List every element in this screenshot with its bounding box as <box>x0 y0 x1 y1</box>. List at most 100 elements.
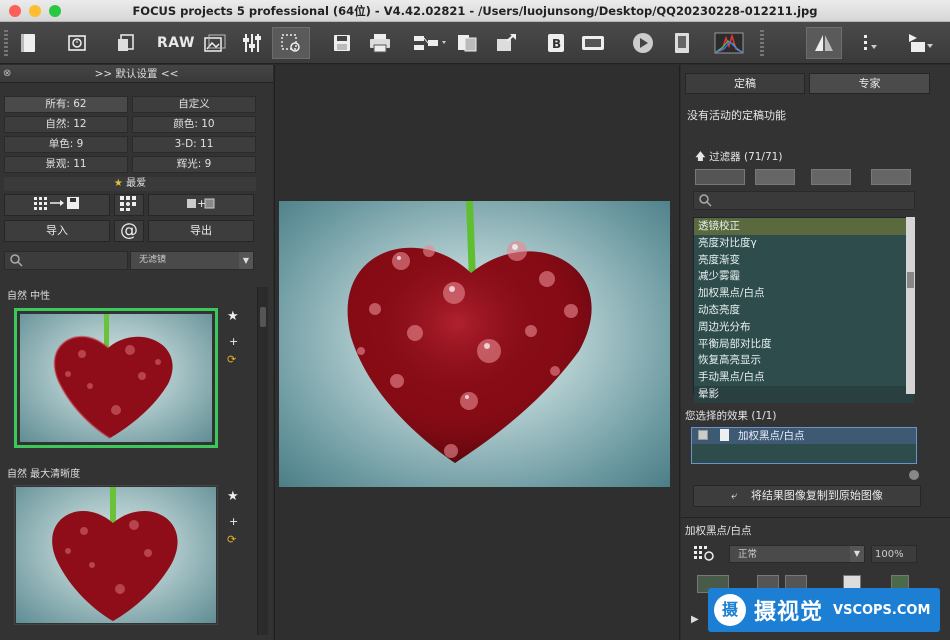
category-glow[interactable]: 辉光: 9 <box>132 156 256 173</box>
document-icon <box>720 429 729 441</box>
compare-view-icon[interactable] <box>806 27 842 59</box>
histogram-icon[interactable] <box>712 27 746 59</box>
blend-mode-icon[interactable] <box>693 545 717 563</box>
effect-item[interactable]: 加权黑点/白点 <box>692 428 916 444</box>
list-item[interactable]: 周边光分布 <box>694 319 914 336</box>
effects-settings-icon[interactable] <box>272 27 310 59</box>
search-icon <box>10 254 23 267</box>
effects-list: 加权黑点/白点 <box>691 427 917 464</box>
category-custom[interactable]: 自定义 <box>132 96 256 113</box>
copy-to-original-button[interactable]: ⤶ 将结果图像复制到原始图像 <box>693 485 921 507</box>
list-item[interactable]: 晕影 <box>694 385 914 403</box>
export-button[interactable]: 导出 <box>148 220 254 242</box>
tab-expert[interactable]: 专家 <box>809 73 930 94</box>
watermark-logo: 摄 摄视觉 VSCOPS.COM <box>708 588 940 632</box>
category-3d[interactable]: 3-D: 11 <box>132 136 256 153</box>
batch-process-icon[interactable] <box>410 27 450 59</box>
cherry-thumbnail-2 <box>16 487 216 623</box>
list-item[interactable]: 动态亮度 <box>694 302 914 319</box>
panel-options-icon[interactable] <box>856 27 886 59</box>
list-item[interactable]: 亮度对比度γ <box>694 235 914 252</box>
view-mode-4-icon[interactable] <box>871 169 911 185</box>
favorites-bar[interactable]: ★ 最爱 <box>4 177 256 191</box>
blend-mode-select[interactable]: 正常 ▼ <box>729 545 865 563</box>
new-file-icon[interactable] <box>14 27 42 59</box>
zoom-window-button[interactable] <box>49 5 61 17</box>
category-landscape[interactable]: 景观: 11 <box>4 156 128 173</box>
image-canvas[interactable] <box>274 65 680 640</box>
refresh-icon[interactable]: ⟳ <box>227 353 236 366</box>
filters-scrollbar[interactable] <box>906 217 915 394</box>
save-icon[interactable] <box>330 27 354 59</box>
view-mode-1-icon[interactable] <box>695 169 745 185</box>
list-item[interactable]: 加权黑点/白点 <box>694 285 914 302</box>
title-bar: FOCUS projects 5 professional (64位) - V4… <box>0 0 950 22</box>
list-item[interactable]: 平衡局部对比度 <box>694 336 914 353</box>
tab-finalize[interactable]: 定稿 <box>685 73 805 94</box>
import-button[interactable]: 导入 <box>4 220 110 242</box>
close-panel-icon[interactable]: ⊗ <box>3 65 11 83</box>
minimize-window-button[interactable] <box>29 5 41 17</box>
category-mono[interactable]: 单色: 9 <box>4 136 128 153</box>
filter-select[interactable]: 无滤镜 ▼ <box>130 251 254 270</box>
opacity-stepper[interactable]: 100% <box>871 545 917 563</box>
refresh-icon-2[interactable]: ⟳ <box>227 533 236 546</box>
expand-arrow-icon[interactable]: ▶ <box>691 614 699 625</box>
email-at-button[interactable]: @ <box>114 220 144 242</box>
view-mode-2-icon[interactable] <box>755 169 795 185</box>
preset-thumbnail-2[interactable] <box>14 485 218 625</box>
history-icon[interactable] <box>62 27 92 59</box>
category-all[interactable]: 所有: 62 <box>4 96 128 113</box>
presets-scrollbar[interactable] <box>257 287 268 635</box>
layout-icon[interactable] <box>902 27 938 59</box>
toolbar-grip-2[interactable] <box>760 30 764 56</box>
grid-to-save-icon <box>34 197 79 210</box>
cherry-thumbnail <box>20 314 212 442</box>
list-item[interactable]: 亮度渐变 <box>694 252 914 269</box>
add-preset-button[interactable]: + <box>148 194 254 216</box>
export-icon[interactable] <box>492 27 520 59</box>
device-icon[interactable] <box>668 27 696 59</box>
effect-toggle-icon[interactable] <box>698 430 708 440</box>
watermark-site: VSCOPS.COM <box>833 602 931 618</box>
preset-thumbnail-1[interactable] <box>14 308 218 448</box>
preset-grid-button[interactable] <box>114 194 144 216</box>
play-icon[interactable] <box>628 27 658 59</box>
favorite-star-icon[interactable]: ★ <box>227 309 239 324</box>
print-icon[interactable] <box>366 27 394 59</box>
favorite-star-icon-2[interactable]: ★ <box>227 489 239 504</box>
save-preset-button[interactable] <box>4 194 110 216</box>
view-mode-3-icon[interactable] <box>811 169 851 185</box>
star-icon: ★ <box>113 178 123 189</box>
toolbar-grip[interactable] <box>4 30 8 56</box>
effect-panel-title: 加权黑点/白点 <box>685 525 752 537</box>
close-window-button[interactable] <box>9 5 21 17</box>
slideshow-icon[interactable] <box>578 27 608 59</box>
add-icon-2[interactable]: + <box>229 515 238 528</box>
list-item[interactable]: 透镜校正 <box>694 218 914 235</box>
expert-panel: 定稿 专家 没有活动的定稿功能 🡅 过滤器 (71/71) 透镜校正 亮度对比度… <box>681 65 950 640</box>
preset-search-input[interactable] <box>4 251 128 270</box>
add-preset-icon: + <box>187 197 215 210</box>
stack-icon[interactable] <box>113 27 141 59</box>
info-panel-icon[interactable]: B <box>542 27 570 59</box>
raw-button[interactable]: RAW <box>157 27 194 59</box>
filter-search-input[interactable] <box>693 191 915 210</box>
category-color[interactable]: 颜色: 10 <box>132 116 256 133</box>
list-item[interactable]: 手动黑点/白点 <box>694 369 914 386</box>
images-icon[interactable] <box>200 27 230 59</box>
copy-settings-icon[interactable] <box>454 27 480 59</box>
no-active-finalize-text: 没有活动的定稿功能 <box>687 109 786 122</box>
list-item[interactable]: 减少雾霾 <box>694 268 914 285</box>
list-item[interactable]: 恢复高亮显示 <box>694 352 914 369</box>
opacity-value: 100% <box>875 549 904 560</box>
presets-panel: ⊗ >> 默认设置 << 所有: 62 自定义 自然: 12 颜色: 10 单色… <box>0 65 273 640</box>
adjust-sliders-icon[interactable] <box>238 27 266 59</box>
filters-list: 透镜校正 亮度对比度γ 亮度渐变 减少雾霾 加权黑点/白点 动态亮度 周边光分布… <box>693 217 915 403</box>
category-natural[interactable]: 自然: 12 <box>4 116 128 133</box>
search-icon <box>699 194 712 207</box>
filters-header[interactable]: 🡅 过滤器 (71/71) <box>695 149 782 167</box>
preset-grid-icon <box>120 196 136 211</box>
watermark-seal-icon: 摄 <box>714 594 746 626</box>
add-icon[interactable]: + <box>229 335 238 348</box>
